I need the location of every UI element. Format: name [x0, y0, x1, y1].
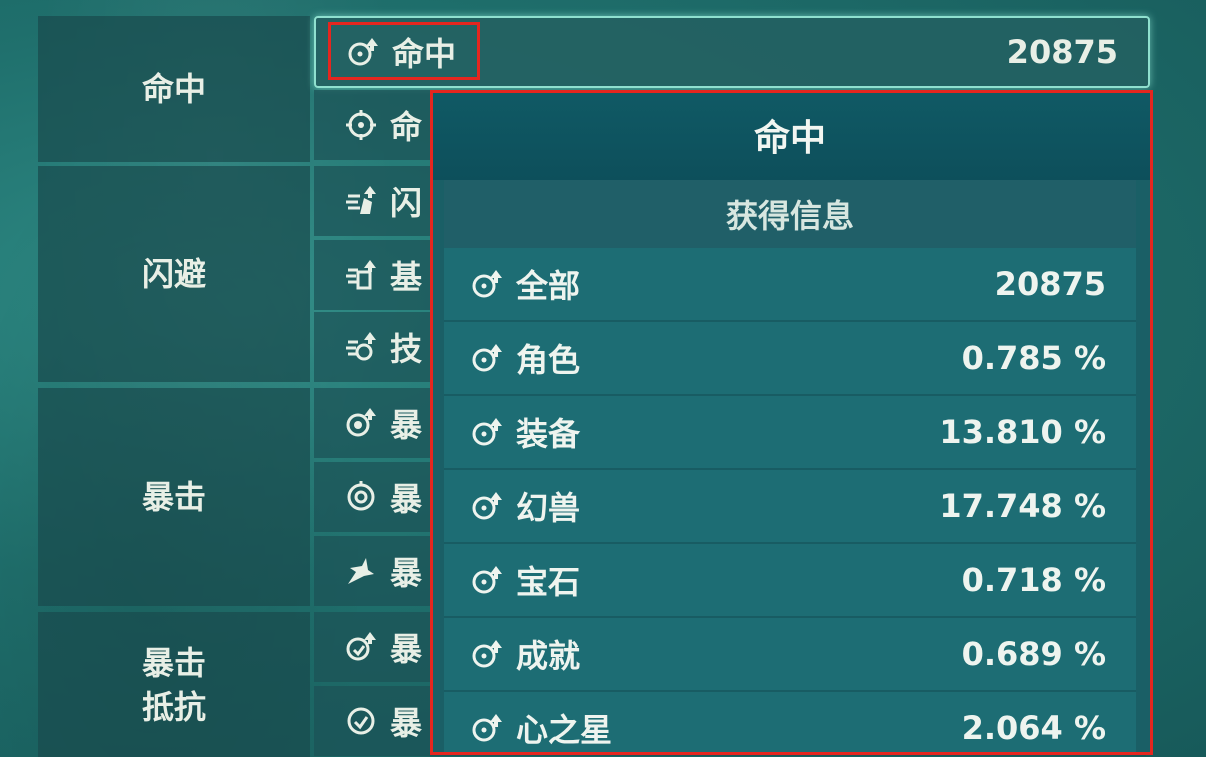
popup-row-label: 心之星: [516, 711, 613, 749]
category-crit: 暴击: [38, 388, 310, 606]
hit-up-icon: [470, 637, 504, 671]
hit-up-icon: [470, 415, 504, 449]
popup-row-value: 0.785 %: [961, 339, 1106, 377]
stat-label: 暴: [390, 554, 423, 592]
category-dodge-label: 闪避: [141, 255, 206, 293]
popup-row: 心之星 2.064 %: [444, 692, 1136, 752]
hit-up-icon: [470, 489, 504, 523]
dodge-base-icon: [344, 258, 378, 292]
popup-row: 全部 20875: [444, 248, 1136, 322]
hit-up-icon: [470, 267, 504, 301]
hit-up-icon: [470, 711, 504, 745]
popup-subtitle: 获得信息: [444, 180, 1136, 248]
crit-resist-up-icon: [344, 630, 378, 664]
stat-label: 暴: [390, 406, 423, 444]
popup-row: 宝石 0.718 %: [444, 544, 1136, 618]
stat-label: 暴: [390, 704, 423, 742]
popup-row: 角色 0.785 %: [444, 322, 1136, 396]
stat-row-hit[interactable]: 命中 20875: [314, 16, 1150, 88]
popup-row-label: 角色: [516, 341, 581, 379]
stat-label: 命中: [392, 35, 457, 73]
popup-row-value: 20875: [994, 265, 1106, 303]
stat-label: 命: [390, 108, 423, 146]
stat-label: 暴: [390, 480, 423, 518]
popup-row-label: 装备: [516, 415, 581, 453]
stat-label: 暴: [390, 630, 423, 668]
hit-up-icon: [470, 341, 504, 375]
popup-row-value: 2.064 %: [961, 709, 1106, 747]
popup-row-value: 17.748 %: [939, 487, 1106, 525]
crit-resist-icon: [344, 704, 378, 738]
category-crit-label: 暴击: [141, 478, 206, 516]
popup-row: 装备 13.810 %: [444, 396, 1136, 470]
dodge-up-icon: [344, 184, 378, 218]
popup-row: 成就 0.689 %: [444, 618, 1136, 692]
popup-row: 幻兽 17.748 %: [444, 470, 1136, 544]
stat-label: 闪: [390, 184, 423, 222]
popup-row-value: 0.718 %: [961, 561, 1106, 599]
popup-title: 命中: [430, 90, 1150, 180]
popup-row-value: 0.689 %: [961, 635, 1106, 673]
hit-up-icon: [470, 563, 504, 597]
stat-value: 20875: [1006, 33, 1118, 71]
category-hit-label: 命中: [141, 70, 206, 108]
crosshair-icon: [344, 108, 378, 142]
popup-row-value: 13.810 %: [939, 413, 1106, 451]
popup-row-label: 全部: [516, 267, 581, 305]
popup-row-label: 幻兽: [516, 489, 581, 527]
crit-target-icon: [344, 480, 378, 514]
category-crit-resist-label: 暴击 抵抗: [141, 643, 206, 726]
popup-row-label: 成就: [516, 637, 581, 675]
hit-detail-popup: 命中 获得信息 全部 20875 角色 0.785 % 装备 13.810 % …: [430, 90, 1150, 752]
crit-up-icon: [344, 406, 378, 440]
hit-up-icon: [346, 35, 380, 69]
category-crit-resist: 暴击 抵抗: [38, 612, 310, 757]
dodge-skill-icon: [344, 330, 378, 364]
stat-label: 技: [390, 330, 423, 368]
crit-burst-icon: [344, 554, 378, 588]
category-hit: 命中: [38, 16, 310, 162]
popup-row-label: 宝石: [516, 563, 581, 601]
category-dodge: 闪避: [38, 166, 310, 382]
stat-label: 基: [390, 258, 423, 296]
